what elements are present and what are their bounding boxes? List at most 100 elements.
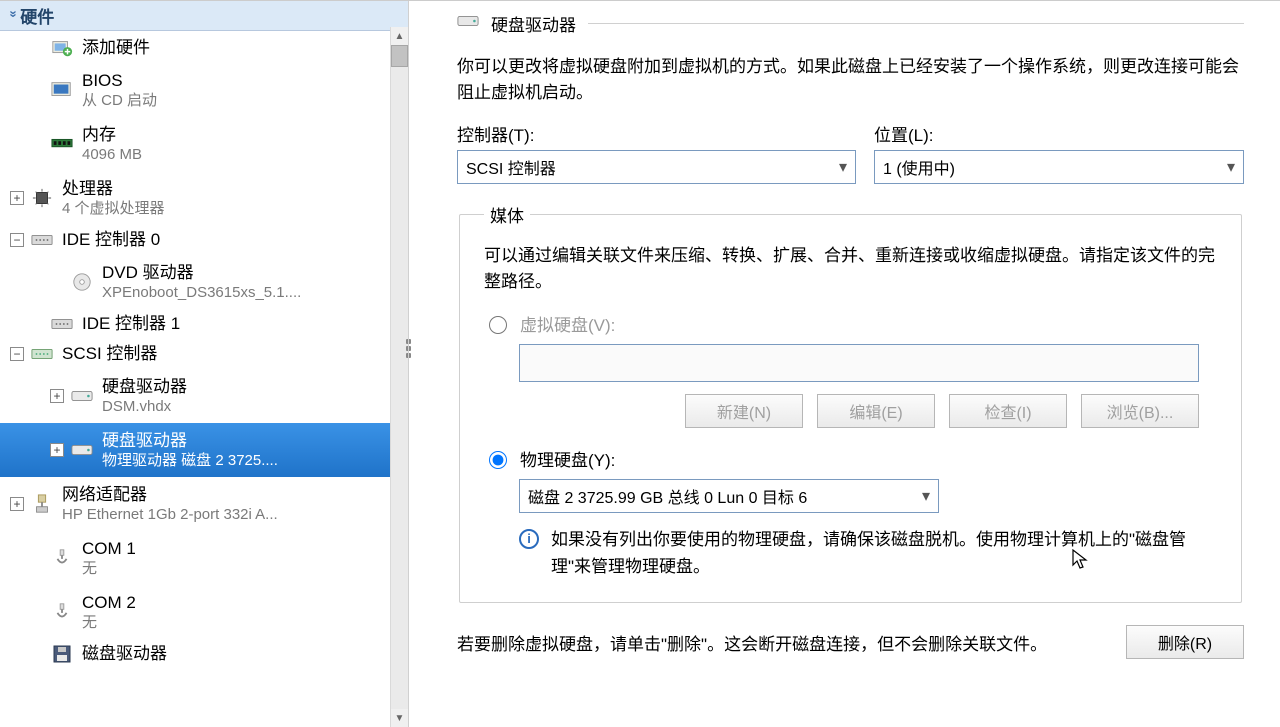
com-icon [50,547,74,569]
tree-item-title: 硬盘驱动器 [102,377,187,397]
physical-disk-value: 磁盘 2 3725.99 GB 总线 0 Lun 0 目标 6 [528,484,807,508]
tree-item-ide-controller-0[interactable]: − IDE 控制器 0 [0,225,408,255]
tree-item-labels: 硬盘驱动器DSM.vhdx [102,377,187,415]
expander-icon [30,647,44,661]
media-fieldset: 媒体 可以通过编辑关联文件来压缩、转换、扩展、合并、重新连接或收缩虚拟硬盘。请指… [459,202,1242,603]
info-icon: i [519,529,539,549]
tree-item-labels: SCSI 控制器 [62,344,157,364]
expander-icon [30,137,44,151]
add-hw-icon [50,37,74,59]
tree-item-labels: IDE 控制器 1 [82,314,180,334]
delete-button[interactable]: 删除(R) [1126,625,1244,659]
tree-item-title: 添加硬件 [82,38,150,58]
com-icon [50,601,74,623]
ide-icon [50,313,74,335]
tree-item-labels: IDE 控制器 0 [62,230,160,250]
controller-label: 控制器(T): [457,121,856,146]
tree-item-title: COM 1 [82,539,136,559]
hdd-icon [457,11,479,36]
radio-virtual-disk-label: 虚拟硬盘(V): [520,311,615,336]
tree-item-ide-controller-1[interactable]: IDE 控制器 1 [0,309,408,339]
radio-physical-disk-input[interactable] [489,451,507,469]
tree-item-labels: DVD 驱动器XPEnoboot_DS3615xs_5.1.... [102,263,301,301]
collapse-icon: « [5,13,20,17]
expander-icon[interactable]: + [10,497,24,511]
expander-icon[interactable]: + [10,191,24,205]
vhd-path-input [519,344,1199,382]
tree-item-add-hardware[interactable]: 添加硬件 [0,33,408,63]
hdd-icon [70,385,94,407]
section-title-text: 硬盘驱动器 [491,11,576,36]
expander-icon [30,551,44,565]
tree-item-title: BIOS [82,71,157,91]
connection-description: 你可以更改将虚拟硬盘附加到虚拟机的方式。如果此磁盘上已经安装了一个操作系统，则更… [457,54,1244,107]
tree-item-com-1[interactable]: COM 1无 [0,531,408,585]
scroll-down-icon[interactable]: ▼ [391,709,408,727]
radio-physical-disk-label: 物理硬盘(Y): [520,446,615,471]
tree-item-labels: 硬盘驱动器物理驱动器 磁盘 2 3725.... [102,431,278,469]
cpu-icon [30,187,54,209]
dvd-icon [70,271,94,293]
expander-icon[interactable]: + [50,389,64,403]
tree-item-network-adapter[interactable]: + 网络适配器HP Ethernet 1Gb 2-port 332i A... [0,477,408,531]
expander-icon[interactable]: − [10,347,24,361]
tree-item-subtitle: 4 个虚拟处理器 [62,199,165,217]
tree-item-com-2[interactable]: COM 2无 [0,585,408,639]
tree-item-subtitle: 物理驱动器 磁盘 2 3725.... [102,451,278,469]
ide-icon [30,229,54,251]
tree-item-labels: 添加硬件 [82,38,150,58]
new-button: 新建(N) [685,394,803,428]
tree-item-labels: BIOS从 CD 启动 [82,71,157,109]
controller-select[interactable]: SCSI 控制器 [457,150,856,184]
tree-item-hard-disk-1[interactable]: + 硬盘驱动器DSM.vhdx [0,369,408,423]
tree-item-memory[interactable]: 内存4096 MB [0,117,408,171]
tree-scrollbar[interactable]: ▲ ▼ [390,27,408,727]
location-select[interactable]: 1 (使用中) [874,150,1244,184]
tree-item-hard-disk-2[interactable]: + 硬盘驱动器物理驱动器 磁盘 2 3725.... [0,423,408,477]
physical-disk-select[interactable]: 磁盘 2 3725.99 GB 总线 0 Lun 0 目标 6 [519,479,939,513]
expander-icon [30,83,44,97]
tree-item-title: IDE 控制器 1 [82,314,180,334]
heading-rule [588,23,1244,24]
disk-settings-panel: 硬盘驱动器 你可以更改将虚拟硬盘附加到虚拟机的方式。如果此磁盘上已经安装了一个操… [408,1,1280,727]
floppy-icon [50,643,74,665]
nic-icon [30,493,54,515]
tree-item-diskette-drive[interactable]: 磁盘驱动器 [0,639,408,669]
scroll-up-icon[interactable]: ▲ [391,27,408,45]
expander-icon [30,317,44,331]
media-legend: 媒体 [484,202,530,227]
radio-physical-disk[interactable]: 物理硬盘(Y): [484,446,1217,471]
tree-item-scsi-controller[interactable]: − SCSI 控制器 [0,339,408,369]
section-heading: 硬盘驱动器 [457,11,1244,36]
tree-item-subtitle: DSM.vhdx [102,397,187,415]
radio-virtual-disk[interactable]: 虚拟硬盘(V): [484,311,1217,336]
radio-virtual-disk-input[interactable] [489,316,507,334]
tree-item-subtitle: HP Ethernet 1Gb 2-port 332i A... [62,505,278,523]
expander-icon[interactable]: + [50,443,64,457]
physical-disk-info: 如果没有列出你要使用的物理硬盘，请确保该磁盘脱机。使用物理计算机上的"磁盘管理"… [551,527,1217,580]
tree-item-labels: 磁盘驱动器 [82,644,167,664]
tree-item-title: 磁盘驱动器 [82,644,167,664]
edit-button: 编辑(E) [817,394,935,428]
expander-icon [50,275,64,289]
hardware-sidebar: « 硬件 添加硬件 BIOS从 CD 启动内存4096 MB + 处理器4 个虚拟处理… [0,1,408,727]
tree-item-title: 网络适配器 [62,485,278,505]
location-value: 1 (使用中) [883,161,955,178]
sidebar-header[interactable]: « 硬件 [0,1,408,31]
tree-item-subtitle: 无 [82,613,136,631]
tree-item-title: IDE 控制器 0 [62,230,160,250]
tree-item-title: 处理器 [62,179,165,199]
memory-icon [50,133,74,155]
tree-item-bios[interactable]: BIOS从 CD 启动 [0,63,408,117]
scroll-thumb[interactable] [391,45,408,67]
bios-icon [50,79,74,101]
tree-item-labels: 内存4096 MB [82,125,142,163]
scroll-track[interactable] [391,67,408,709]
tree-item-processor[interactable]: + 处理器4 个虚拟处理器 [0,171,408,225]
expander-icon[interactable]: − [10,233,24,247]
hdd-icon [70,439,94,461]
sidebar-title: 硬件 [20,3,54,28]
tree-item-labels: 处理器4 个虚拟处理器 [62,179,165,217]
inspect-button: 检查(I) [949,394,1067,428]
tree-item-dvd-drive[interactable]: DVD 驱动器XPEnoboot_DS3615xs_5.1.... [0,255,408,309]
